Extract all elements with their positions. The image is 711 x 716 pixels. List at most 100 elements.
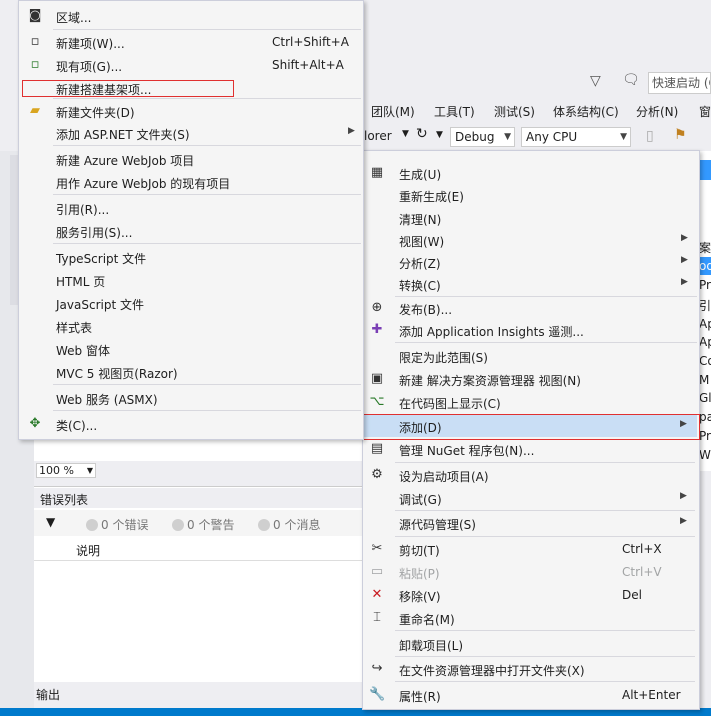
submenu-arrow-icon: ▶ [681, 233, 688, 243]
menu-item-application-insights[interactable]: ✚ 添加 Application Insights 遥测... [363, 319, 699, 341]
quick-launch-input[interactable]: 快速启动 (C [648, 72, 711, 94]
menu-item-unload-project[interactable]: 卸载项目(L) [363, 633, 697, 655]
menu-test[interactable]: 测试(S) [494, 103, 535, 120]
menu-item-scope-to-this[interactable]: 限定为此范围(S) [363, 345, 699, 367]
menu-item-label: Web 服务 (ASMX) [56, 393, 158, 407]
menu-item-label: 发布(B)... [399, 303, 453, 317]
menu-item-label: MVC 5 视图页(Razor) [56, 367, 178, 381]
output-tab[interactable]: 输出 [36, 686, 60, 703]
menu-item-debug[interactable]: 调试(G) ▶ [363, 487, 697, 509]
submenu-item-new-azure-webjob[interactable]: 新建 Azure WebJob 项目 [19, 148, 363, 170]
find-icon[interactable]: ⚑ [674, 127, 687, 143]
class-icon: ✥ [29, 416, 41, 431]
menu-item-rename[interactable]: ⌶ 重命名(M) [363, 607, 697, 629]
refresh-dropdown-icon[interactable]: ▼ [436, 130, 443, 140]
submenu-arrow-icon: ▶ [680, 516, 687, 526]
solution-explorer-fragment[interactable]: lorer [364, 129, 392, 143]
submenu-item-mvc5-view-page[interactable]: MVC 5 视图页(Razor) [19, 361, 363, 383]
rename-icon: ⌶ [373, 610, 381, 625]
submenu-item-web-form[interactable]: Web 窗体 [19, 338, 363, 360]
menu-item-label: 添加 Application Insights 遥测... [399, 325, 584, 339]
filter-icon[interactable]: ▼ [46, 515, 55, 529]
menu-item-new-explorer-view[interactable]: ▣ 新建 解决方案资源管理器 视图(N) [363, 368, 699, 390]
existing-item-icon: ▫ [30, 57, 40, 72]
menu-item-manage-nuget[interactable]: ▤ 管理 NuGet 程序包(N)... [363, 438, 697, 460]
column-description[interactable]: 说明 [76, 542, 100, 559]
menu-item-cut[interactable]: ✂ 剪切(T) Ctrl+X [363, 538, 697, 560]
menu-item-label: 调试(G) [399, 493, 442, 507]
platform-select[interactable]: Any CPU ▼ [521, 127, 631, 147]
warnings-filter-button[interactable]: 0 个警告 [172, 516, 234, 533]
chevron-down-icon: ▼ [620, 132, 627, 142]
menu-item-set-startup[interactable]: ⚙ 设为启动项目(A) [363, 464, 697, 486]
menu-item-publish[interactable]: ⊕ 发布(B)... [363, 297, 699, 319]
open-folder-icon: ↪ [371, 661, 383, 676]
menu-item-properties[interactable]: 🔧 属性(R) Alt+Enter [363, 684, 697, 706]
refresh-icon[interactable]: ↻ [416, 126, 428, 142]
tree-item[interactable]: Ap [699, 317, 711, 331]
submenu-item-stylesheet[interactable]: 样式表 [19, 315, 363, 337]
submenu-item-service-reference[interactable]: 服务引用(S)... [19, 220, 363, 242]
errors-filter-button[interactable]: 0 个错误 [86, 516, 148, 533]
menu-window[interactable]: 窗 [699, 103, 711, 120]
menu-item-open-in-explorer[interactable]: ↪ 在文件资源管理器中打开文件夹(X) [363, 658, 697, 680]
submenu-item-typescript-file[interactable]: TypeScript 文件 [19, 246, 363, 268]
disabled-toolbar-icon: ▯ [646, 128, 654, 144]
menu-item-source-control[interactable]: 源代码管理(S) ▶ [363, 512, 697, 534]
menu-item-view[interactable]: 视图(W) ▶ [363, 229, 699, 251]
tree-item[interactable]: W [699, 448, 711, 462]
submenu-item-aspnet-folder[interactable]: 添加 ASP.NET 文件夹(S) ▶ [19, 122, 363, 144]
submenu-item-new-item[interactable]: ▫ 新建项(W)... Ctrl+Shift+A [19, 31, 363, 53]
menu-team[interactable]: 团队(M) [371, 103, 415, 120]
menu-item-rebuild[interactable]: 重新生成(E) [363, 184, 699, 206]
feedback-icon[interactable]: 🗨 [622, 72, 640, 88]
tree-item[interactable]: Ap [699, 335, 711, 349]
submenu-item-html-page[interactable]: HTML 页 [19, 269, 363, 291]
menu-architecture[interactable]: 体系结构(C) [553, 103, 619, 120]
tree-item[interactable]: M [699, 373, 709, 387]
tree-item[interactable]: 案 [699, 239, 711, 256]
menu-item-label: 重命名(M) [399, 613, 455, 627]
menu-item-build[interactable]: ▦ 生成(U) [363, 162, 699, 184]
messages-filter-button[interactable]: 0 个消息 [258, 516, 320, 533]
zoom-select[interactable]: 100 % ▼ [36, 463, 96, 478]
tree-item[interactable]: pa [699, 410, 711, 424]
filter-icon[interactable]: ▽ [590, 73, 601, 89]
menu-item-label: 限定为此范围(S) [399, 351, 488, 365]
tree-item[interactable]: od [699, 259, 711, 273]
menu-item-show-on-code-map[interactable]: ⌥ 在代码图上显示(C) [363, 391, 699, 413]
dropdown-arrow-icon[interactable]: ▼ [402, 129, 409, 139]
submenu-item-class[interactable]: ✥ 类(C)... [19, 413, 363, 435]
menu-item-convert[interactable]: 转换(C) ▶ [363, 273, 699, 295]
menu-item-remove[interactable]: ✕ 移除(V) Del [363, 584, 697, 606]
submenu-item-existing-azure-webjob[interactable]: 用作 Azure WebJob 的现有项目 [19, 171, 363, 193]
menu-separator [395, 342, 697, 343]
menu-item-clean[interactable]: 清理(N) [363, 207, 699, 229]
menu-item-paste[interactable]: ▭ 粘贴(P) Ctrl+V [363, 561, 697, 583]
tree-item[interactable]: 引 [699, 297, 711, 314]
tree-item[interactable]: Pr [699, 429, 711, 443]
menu-item-label: 现有项(G)... [56, 60, 123, 74]
code-map-icon: ⌥ [369, 394, 385, 409]
configuration-select[interactable]: Debug ▼ [450, 127, 515, 147]
submenu-item-reference[interactable]: 引用(R)... [19, 197, 363, 219]
submenu-item-new-folder[interactable]: ▰ 新建文件夹(D) [19, 100, 363, 122]
submenu-item-javascript-file[interactable]: JavaScript 文件 [19, 292, 363, 314]
menu-item-label: 新建 解决方案资源管理器 视图(N) [399, 374, 581, 388]
gear-icon: ⚙ [371, 467, 383, 482]
menu-analyze[interactable]: 分析(N) [636, 103, 678, 120]
error-list-title[interactable]: 错误列表 [40, 491, 88, 508]
menu-item-label: 类(C)... [56, 419, 98, 433]
tree-item[interactable]: Pr [699, 278, 711, 292]
menu-separator [395, 630, 695, 631]
menu-item-shortcut: Ctrl+X [622, 542, 662, 556]
submenu-item-web-service[interactable]: Web 服务 (ASMX) [19, 387, 363, 409]
menu-tools[interactable]: 工具(T) [434, 103, 475, 120]
submenu-item-existing-item[interactable]: ▫ 现有项(G)... Shift+Alt+A [19, 54, 363, 76]
submenu-item-area[interactable]: ◙ 区域... [19, 5, 363, 27]
tree-item[interactable]: Co [699, 354, 711, 368]
errors-count: 0 个错误 [101, 518, 149, 532]
menu-item-label: 新建 Azure WebJob 项目 [56, 154, 195, 168]
tree-item[interactable]: Gl [699, 391, 711, 405]
menu-item-analyze[interactable]: 分析(Z) ▶ [363, 251, 699, 273]
